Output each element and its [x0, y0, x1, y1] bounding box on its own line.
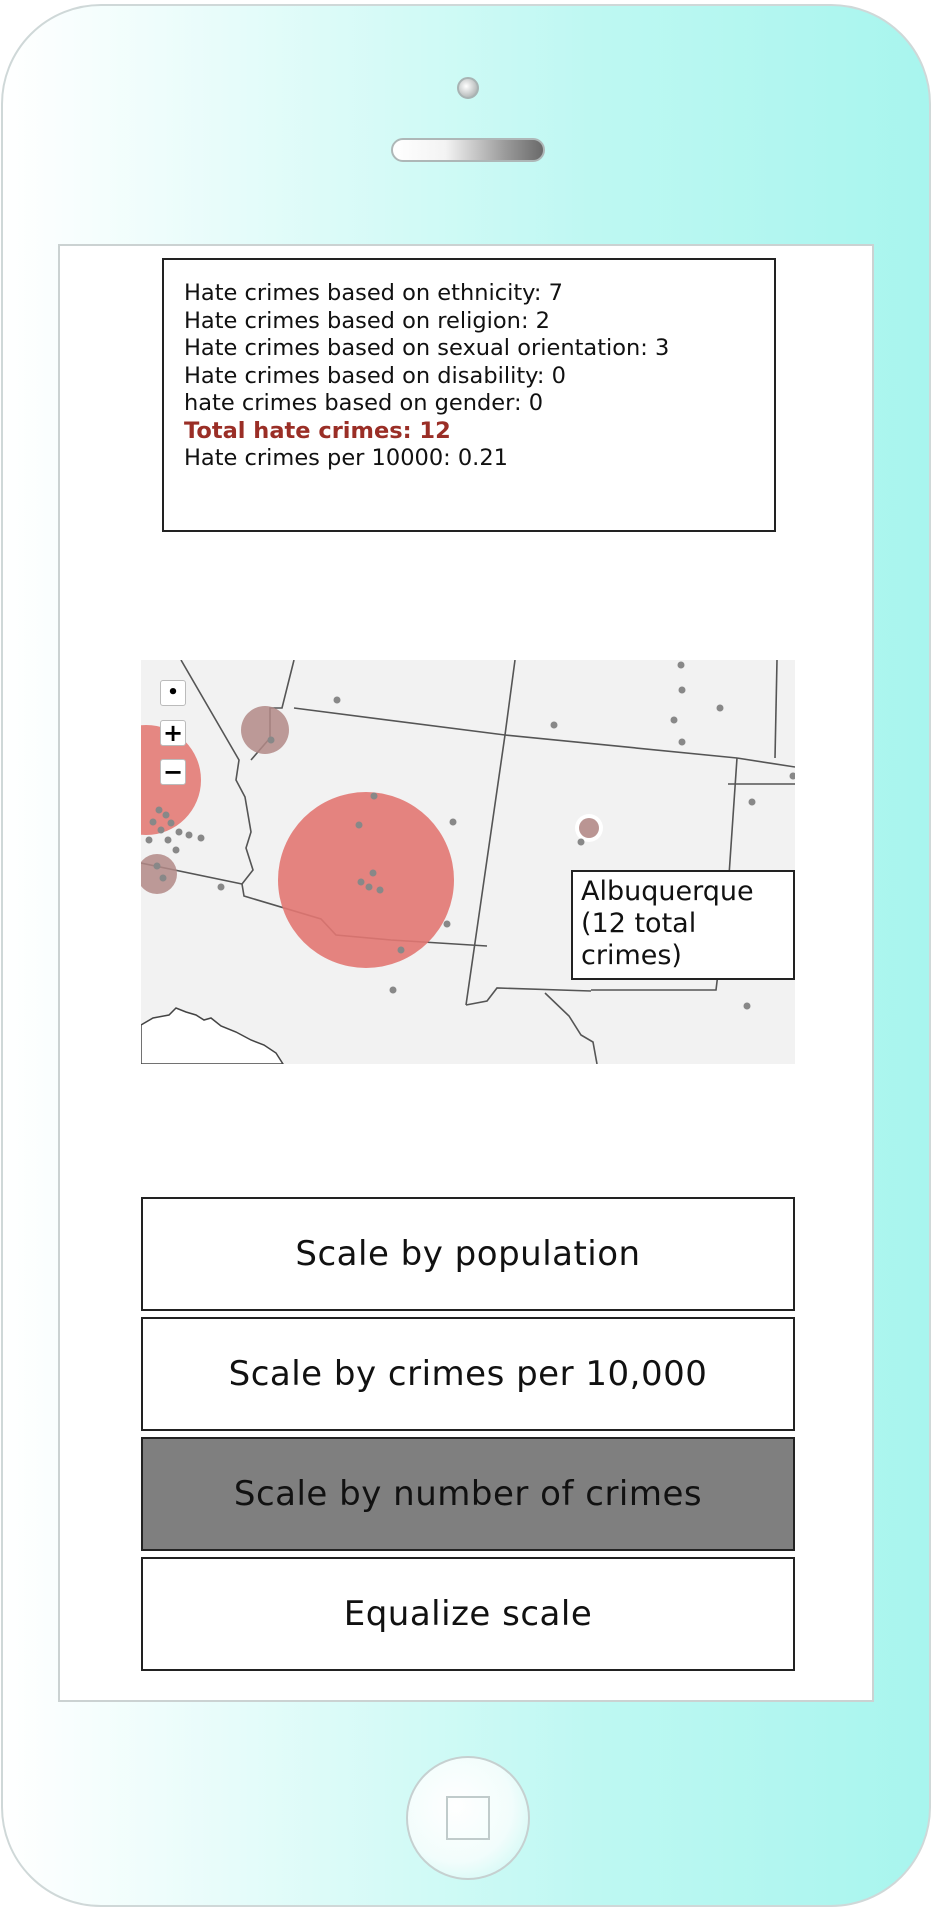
stat-per-10000: Hate crimes per 10000: 0.21	[184, 445, 508, 471]
stat-ethnicity: Hate crimes based on ethnicity: 7	[184, 280, 563, 306]
circle-phoenix[interactable]	[278, 792, 454, 968]
map-tooltip: Albuquerque (12 total crimes)	[571, 870, 795, 980]
map[interactable]: • + −	[141, 660, 795, 1064]
stat-religion: Hate crimes based on religion: 2	[184, 307, 550, 334]
circle-small-north[interactable]	[241, 706, 289, 754]
stats-panel: Hate crimes based on ethnicity: 7 Hate c…	[162, 258, 776, 532]
speaker-icon	[391, 138, 545, 162]
home-button[interactable]	[406, 1756, 530, 1880]
zoom-out-button[interactable]: −	[160, 759, 186, 785]
scale-number-of-crimes-button[interactable]: Scale by number of crimes	[141, 1437, 795, 1551]
equalize-scale-button[interactable]: Equalize scale	[141, 1557, 795, 1671]
stat-total: Total hate crimes: 12	[184, 417, 451, 444]
stat-sexual-orientation: Hate crimes based on sexual orientation:…	[184, 335, 670, 361]
scale-per-10000-button[interactable]: Scale by crimes per 10,000	[141, 1317, 795, 1431]
stat-gender: hate crimes based on gender: 0	[184, 390, 544, 416]
scale-population-button[interactable]: Scale by population	[141, 1197, 795, 1311]
map-canvas[interactable]	[141, 660, 795, 1064]
home-square-icon	[446, 1796, 490, 1840]
camera-icon	[457, 77, 479, 99]
land	[141, 660, 795, 1064]
circle-albuquerque[interactable]	[579, 818, 599, 838]
stat-disability: Hate crimes based on disability: 0	[184, 362, 566, 389]
locate-button[interactable]: •	[160, 680, 186, 706]
zoom-in-button[interactable]: +	[160, 720, 186, 746]
